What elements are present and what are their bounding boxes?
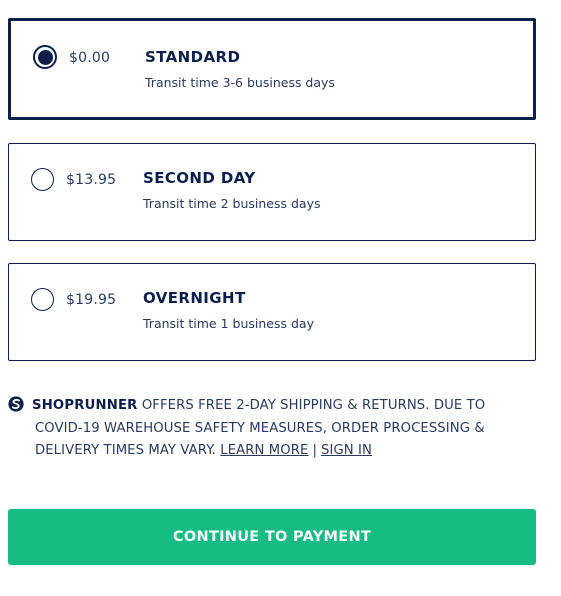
shipping-price: $13.95 — [66, 172, 117, 188]
shipping-option-overnight[interactable]: $19.95 OVERNIGHT Transit time 1 business… — [8, 263, 536, 361]
shoprunner-message-line1: OFFERS FREE 2-DAY SHIPPING & RETURNS. DU… — [141, 398, 486, 413]
shipping-option-second-day[interactable]: $13.95 SECOND DAY Transit time 2 busines… — [8, 143, 536, 241]
shoprunner-logo-icon — [8, 396, 24, 412]
radio-button-selected[interactable] — [33, 45, 57, 69]
learn-more-link[interactable]: LEARN MORE — [220, 443, 308, 458]
shipping-method-name: STANDARD — [145, 48, 241, 66]
radio-dot — [37, 49, 53, 65]
radio-button[interactable] — [31, 288, 54, 311]
shoprunner-brand: SHOPRUNNER — [32, 398, 138, 413]
transit-time: Transit time 1 business day — [143, 316, 314, 331]
sign-in-link[interactable]: SIGN IN — [321, 443, 372, 458]
shoprunner-promo: SHOPRUNNER OFFERS FREE 2-DAY SHIPPING & … — [8, 395, 528, 463]
link-separator: | — [312, 443, 318, 458]
shipping-price: $19.95 — [66, 292, 117, 308]
continue-to-payment-button[interactable]: CONTINUE TO PAYMENT — [8, 509, 536, 565]
shoprunner-message-line2: COVID-19 WAREHOUSE SAFETY MEASURES, ORDE… — [35, 420, 485, 436]
transit-time: Transit time 2 business days — [143, 196, 321, 211]
radio-button[interactable] — [31, 168, 54, 191]
shipping-method-name: OVERNIGHT — [143, 289, 246, 307]
shipping-method-name: SECOND DAY — [143, 169, 256, 187]
shipping-option-standard[interactable]: $0.00 STANDARD Transit time 3-6 business… — [8, 18, 536, 120]
shoprunner-message-line3: DELIVERY TIMES MAY VARY. — [35, 443, 216, 458]
shipping-price: $0.00 — [69, 50, 111, 66]
transit-time: Transit time 3-6 business days — [145, 75, 335, 90]
